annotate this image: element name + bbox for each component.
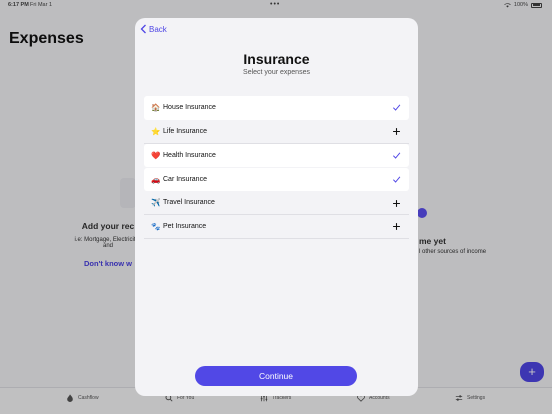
sheet-subtitle: Select your expenses (243, 69, 310, 76)
item-label: House Insurance (163, 104, 216, 112)
item-label: Health Insurance (163, 151, 216, 159)
sheet-title: Insurance (243, 51, 310, 67)
item-emoji-icon: ❤️ (151, 150, 161, 160)
item-emoji-icon: 🚗 (151, 174, 161, 184)
item-label: Life Insurance (163, 127, 207, 135)
list-item[interactable]: 🐾 Pet Insurance (144, 215, 409, 239)
checkmark-icon (392, 151, 401, 159)
chevron-left-icon (140, 24, 146, 34)
item-emoji-icon: ⭐ (151, 126, 161, 136)
battery-percent: 100% (513, 2, 528, 8)
back-label: Back (149, 24, 167, 34)
insurance-sheet: Back Insurance Select your expenses 🏠 Hou… (135, 18, 418, 396)
item-label: Car Insurance (163, 175, 207, 183)
list-item[interactable]: ⭐ Life Insurance (144, 120, 409, 144)
plus-icon (393, 128, 400, 135)
checkmark-icon (392, 175, 401, 183)
insurance-list: 🏠 House Insurance ⭐ Life Insurance ❤️ Health … (144, 96, 409, 239)
status-time: 6:17 PM (8, 2, 29, 8)
list-item[interactable]: ✈️ Travel Insurance (144, 192, 409, 215)
list-item[interactable]: 🚗 Car Insurance (144, 167, 409, 191)
plus-icon (393, 199, 400, 207)
back-button[interactable]: Back (140, 24, 167, 34)
status-indicators: 100% (504, 2, 542, 8)
status-date: Fri Mar 1 (30, 2, 52, 8)
item-emoji-icon: ✈️ (151, 198, 161, 208)
item-label: Pet Insurance (163, 222, 207, 230)
multitask-dots[interactable]: ••• (270, 1, 280, 8)
checkmark-icon (392, 104, 401, 111)
status-bar: 6:17 PM Fri Mar 1 ••• 100% (0, 0, 552, 12)
continue-button[interactable]: Continue (195, 366, 357, 386)
item-emoji-icon: 🏠 (151, 103, 161, 113)
list-item[interactable]: ❤️ Health Insurance (144, 143, 409, 167)
wifi-icon (504, 2, 511, 7)
item-label: Travel Insurance (163, 199, 215, 207)
plus-icon (393, 223, 400, 230)
item-emoji-icon: 🐾 (151, 221, 161, 231)
list-item[interactable]: 🏠 House Insurance (144, 96, 409, 120)
battery-icon (531, 2, 542, 8)
